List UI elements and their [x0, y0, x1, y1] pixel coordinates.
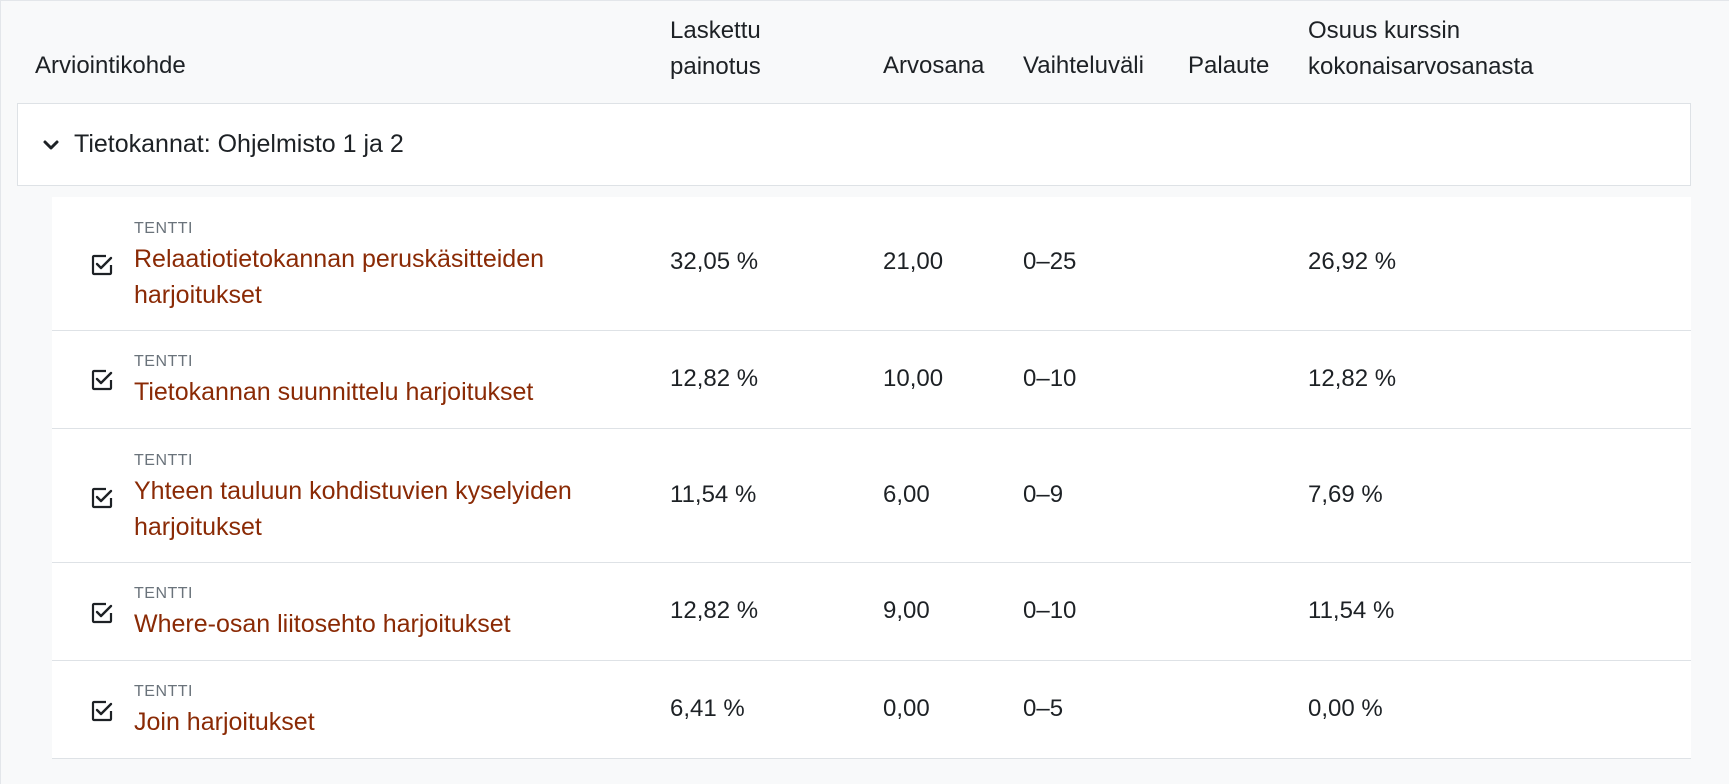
item-range: 0–25 — [1023, 248, 1077, 275]
grade-report-table: Arviointikohde Laskettu painotus Arvosan… — [0, 0, 1729, 784]
item-grade: 9,00 — [883, 597, 930, 624]
chevron-down-icon[interactable] — [40, 134, 62, 156]
item-type: TENTTI — [134, 683, 193, 700]
item-weight: 11,54 % — [670, 481, 757, 508]
header-contribution: Osuus kurssin kokonaisarvosanasta — [1308, 13, 1533, 85]
header-contribution-line1: Osuus kurssin — [1308, 17, 1461, 44]
table-row: TENTTI Relaatiotietokannan peruskäsittei… — [52, 197, 1691, 331]
quiz-checkbox-icon — [91, 487, 113, 509]
item-type: TENTTI — [134, 452, 193, 469]
item-name-line1: Where-osan liitosehto harjoitukset — [134, 610, 511, 638]
item-contribution: 0,00 % — [1308, 695, 1383, 722]
header-weight: Laskettu painotus — [670, 13, 761, 85]
table-row: TENTTI Yhteen tauluun kohdistuvien kysel… — [52, 429, 1691, 563]
category-title: Tietokannat: Ohjelmisto 1 ja 2 — [74, 130, 404, 158]
item-name-line1: Join harjoitukset — [134, 708, 315, 736]
item-contribution: 7,69 % — [1308, 481, 1383, 508]
item-type: TENTTI — [134, 220, 193, 237]
item-type: TENTTI — [134, 585, 193, 602]
item-range: 0–5 — [1023, 695, 1064, 722]
item-name-line1: Tietokannan suunnittelu harjoitukset — [134, 378, 534, 406]
item-weight: 12,82 % — [670, 365, 759, 392]
header-item: Arviointikohde — [35, 52, 186, 79]
item-grade: 10,00 — [883, 365, 944, 392]
item-contribution: 12,82 % — [1308, 365, 1397, 392]
item-type: TENTTI — [134, 353, 193, 370]
quiz-checkbox-icon — [91, 369, 113, 391]
header-contribution-line2: kokonaisarvosanasta — [1308, 53, 1534, 80]
quiz-checkbox-icon — [91, 254, 113, 276]
table-row: TENTTI Where-osan liitosehto harjoitukse… — [52, 563, 1691, 661]
item-range: 0–9 — [1023, 481, 1064, 508]
item-link[interactable]: Tietokannan suunnittelu harjoitukset — [134, 374, 594, 410]
item-grade: 21,00 — [883, 248, 944, 275]
item-contribution: 26,92 % — [1308, 248, 1397, 275]
table-header: Arviointikohde Laskettu painotus Arvosan… — [1, 1, 1729, 105]
table-row: TENTTI Join harjoitukset 6,41 % 0,00 0–5… — [52, 661, 1691, 759]
item-name-line1: Yhteen tauluun kohdistuvien kyselyiden — [134, 477, 572, 505]
item-name-line1: Relaatiotietokannan peruskäsitteiden — [134, 245, 544, 273]
header-weight-line1: Laskettu — [670, 17, 761, 44]
header-weight-line2: painotus — [670, 53, 761, 80]
header-feedback: Palaute — [1188, 52, 1270, 79]
item-link[interactable]: Relaatiotietokannan peruskäsitteiden har… — [134, 241, 594, 313]
item-range: 0–10 — [1023, 597, 1077, 624]
item-grade: 0,00 — [883, 695, 930, 722]
category-row: Tietokannat: Ohjelmisto 1 ja 2 — [17, 103, 1691, 186]
item-name-line2: harjoitukset — [134, 281, 262, 309]
header-range: Vaihteluväli — [1023, 52, 1144, 79]
item-link[interactable]: Where-osan liitosehto harjoitukset — [134, 606, 594, 642]
quiz-checkbox-icon — [91, 700, 113, 722]
item-link[interactable]: Join harjoitukset — [134, 704, 594, 740]
item-contribution: 11,54 % — [1308, 597, 1395, 624]
header-grade: Arvosana — [883, 52, 985, 79]
table-row: TENTTI Tietokannan suunnittelu harjoituk… — [52, 331, 1691, 429]
grade-items: TENTTI Relaatiotietokannan peruskäsittei… — [52, 197, 1691, 759]
item-weight: 6,41 % — [670, 695, 745, 722]
quiz-checkbox-icon — [91, 602, 113, 624]
item-range: 0–10 — [1023, 365, 1077, 392]
item-weight: 12,82 % — [670, 597, 759, 624]
item-name-line2: harjoitukset — [134, 513, 262, 541]
item-weight: 32,05 % — [670, 248, 759, 275]
item-link[interactable]: Yhteen tauluun kohdistuvien kyselyiden h… — [134, 473, 594, 545]
item-grade: 6,00 — [883, 481, 930, 508]
